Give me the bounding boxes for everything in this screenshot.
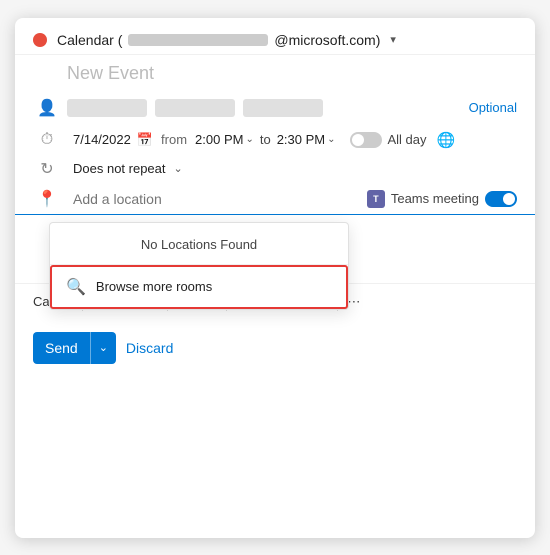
browse-rooms-label: Browse more rooms xyxy=(96,279,212,294)
attendee-chips xyxy=(67,99,461,117)
repeat-icon: ↻ xyxy=(33,159,61,179)
location-icon: 📍 xyxy=(33,189,61,209)
to-label: to xyxy=(260,132,271,147)
attendees-row: 👤 Optional xyxy=(15,90,535,126)
allday-label: All day xyxy=(388,132,427,147)
browse-rooms-icon: 🔍 xyxy=(66,277,86,297)
optional-label[interactable]: Optional xyxy=(469,100,517,115)
browse-more-rooms-item[interactable]: 🔍 Browse more rooms xyxy=(50,265,348,309)
from-time-chevron-icon: ⌄ xyxy=(245,134,253,145)
attendee-chip-2[interactable] xyxy=(155,99,235,117)
event-window: Calendar ( @microsoft.com) ▾ New Event 👤… xyxy=(15,18,535,538)
calendar-label: Calendar ( xyxy=(57,32,122,48)
calendar-chevron-icon[interactable]: ▾ xyxy=(390,33,396,46)
header-bar: Calendar ( @microsoft.com) ▾ xyxy=(15,18,535,55)
send-button[interactable]: Send ⌄ xyxy=(33,332,116,364)
location-section: 📍 T Teams meeting No Locations Found 🔍 B… xyxy=(15,184,535,215)
repeat-row: ↻ Does not repeat ⌄ xyxy=(15,154,535,184)
new-event-placeholder[interactable]: New Event xyxy=(67,63,154,83)
teams-meeting: T Teams meeting xyxy=(367,190,517,208)
attendee-chip-1[interactable] xyxy=(67,99,147,117)
allday-toggle[interactable]: All day xyxy=(350,132,427,148)
repeat-value[interactable]: Does not repeat ⌄ xyxy=(73,161,183,176)
no-locations-text: No Locations Found xyxy=(50,223,348,265)
teams-label: Teams meeting xyxy=(391,191,479,206)
to-time-chevron-icon: ⌄ xyxy=(327,134,335,145)
person-icon: 👤 xyxy=(33,98,61,118)
clock-icon: ⏱ xyxy=(33,131,61,149)
attendee-chip-3[interactable] xyxy=(243,99,323,117)
new-event-row: New Event xyxy=(15,55,535,90)
globe-icon[interactable]: 🌐 xyxy=(437,131,456,149)
location-row: 📍 T Teams meeting xyxy=(15,184,535,215)
send-label: Send xyxy=(33,340,90,356)
datetime-row: ⏱ 7/14/2022 📅 from 2:00 PM ⌄ to 2:30 PM … xyxy=(15,126,535,154)
teams-toggle[interactable] xyxy=(485,191,517,207)
repeat-chevron-icon: ⌄ xyxy=(174,162,183,175)
from-time[interactable]: 2:00 PM ⌄ xyxy=(195,132,254,147)
location-input[interactable] xyxy=(73,191,361,207)
discard-button[interactable]: Discard xyxy=(126,340,173,356)
calendar-icon[interactable]: 📅 xyxy=(137,132,153,148)
calendar-dot xyxy=(33,33,47,47)
calendar-suffix: @microsoft.com) xyxy=(274,32,380,48)
location-dropdown: No Locations Found 🔍 Browse more rooms xyxy=(49,222,349,310)
calendar-email-blurred xyxy=(128,34,268,46)
send-chevron-icon[interactable]: ⌄ xyxy=(90,332,116,364)
footer-row: Send ⌄ Discard xyxy=(15,320,535,368)
calendar-title: Calendar ( @microsoft.com) ▾ xyxy=(57,32,517,48)
date-value[interactable]: 7/14/2022 xyxy=(73,132,131,147)
to-time[interactable]: 2:30 PM ⌄ xyxy=(277,132,336,147)
teams-icon: T xyxy=(367,190,385,208)
